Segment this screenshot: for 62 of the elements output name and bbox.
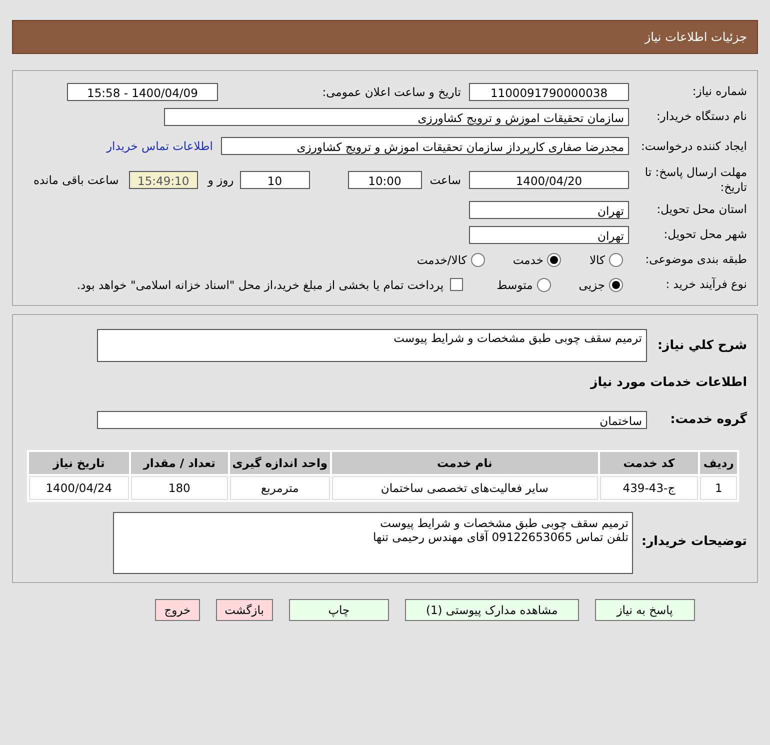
field-label: ایجاد کننده درخواست:: [640, 138, 747, 154]
table-cell: سایر فعالیت‌های تخصصی ساختمان: [332, 476, 598, 500]
days-label: روز و: [208, 173, 234, 187]
option-label: کالا: [589, 252, 605, 266]
column-header: تاریخ نیاز: [29, 452, 129, 474]
input-field[interactable]: 1400/04/09 - 15:58: [67, 82, 218, 100]
action-button[interactable]: پاسخ به نیاز: [594, 599, 695, 621]
column-header: ردیف: [700, 452, 737, 474]
column-header: واحد اندازه گیری: [230, 452, 330, 474]
field-label: نام دستگاه خریدار:: [655, 109, 747, 124]
field-label: شهر محل تحویل:: [662, 227, 747, 242]
input-field[interactable]: ساختمان: [97, 410, 647, 428]
field-label: گروه خدمت:: [669, 411, 747, 428]
notes-line: تلفن تماس 09122653065 آقای مهندس رحیمی تنها: [372, 530, 628, 544]
remaining-time: 15:49:10: [128, 171, 198, 189]
table-cell: 1: [700, 476, 737, 500]
option-label: خدمت: [512, 252, 544, 266]
field-label: شماره نیاز:: [691, 84, 747, 99]
field-label: نوع فرآیند خرید :: [664, 277, 747, 292]
table-cell: ج-43-439: [600, 476, 698, 500]
notes-field[interactable]: ترمیم سقف چوبی طبق مشخصات و شرایط پیوست تلفن تماس 09122653065 آقای مهندس رحیمی تنها: [113, 512, 634, 574]
section-heading: اطلاعات خدمات مورد نیاز: [589, 374, 747, 389]
input-field[interactable]: تهران: [469, 226, 629, 244]
notes-line: ترمیم سقف چوبی طبق مشخصات و شرایط پیوست: [379, 516, 628, 530]
field-label: تاریخ و ساعت اعلان عمومی:: [321, 84, 461, 98]
time-label: ساعت: [430, 173, 461, 187]
action-button[interactable]: چاپ: [288, 599, 389, 621]
radio-button[interactable]: [470, 252, 485, 266]
field-label: توضیحات خریدار:: [641, 532, 747, 550]
input-field[interactable]: 1100091790000038: [469, 82, 629, 100]
table-cell: مترمربع: [230, 476, 330, 500]
field-label: طبقه بندی موضوعی:: [644, 252, 747, 267]
input-field[interactable]: سازمان تحقیقات اموزش و ترویج کشاورزی: [164, 108, 629, 126]
field-label: مهلت ارسال پاسخ: تا تاریخ:: [644, 165, 747, 195]
option-label: جزیی: [578, 278, 605, 292]
radio-button[interactable]: [609, 278, 623, 292]
input-field[interactable]: 10:00: [348, 171, 422, 189]
option-label: کالا/خدمت: [416, 252, 467, 266]
remaining-label: ساعت باقی مانده: [34, 173, 119, 187]
checkbox[interactable]: [450, 278, 463, 291]
action-button[interactable]: بازگشت: [216, 599, 273, 621]
input-field[interactable]: مجدرضا صفاری کارپرداز سازمان تحقیقات اموزش و ترویج کشاورزی: [221, 137, 629, 155]
input-field[interactable]: 10: [240, 171, 310, 189]
radio-button[interactable]: [547, 252, 562, 266]
checkbox-label: پرداخت تمام یا بخشی از مبلغ خرید،از محل "اسناد خزانه اسلامی" خواهد بود.: [76, 278, 444, 292]
column-header: تعداد / مقدار: [130, 452, 228, 474]
column-header: کد خدمت: [600, 452, 698, 474]
action-button[interactable]: خروج: [155, 599, 200, 621]
column-header: نام خدمت: [332, 452, 598, 474]
input-field[interactable]: ترمیم سقف چوبی طبق مشخصات و شرایط پیوست: [97, 329, 647, 362]
field-label: استان محل تحویل:: [656, 202, 747, 217]
action-button[interactable]: مشاهده مدارک پیوستی (1): [404, 599, 579, 621]
radio-button[interactable]: [536, 278, 551, 292]
page-title: جزئیات اطلاعات نیاز: [644, 30, 747, 44]
input-field[interactable]: 1400/04/20: [469, 171, 629, 189]
input-field[interactable]: تهران: [469, 200, 629, 218]
field-label: شرح كلي نياز:: [656, 337, 747, 354]
option-label: متوسط: [496, 278, 533, 292]
table-cell: 1400/04/24: [29, 476, 129, 500]
table-cell: 180: [130, 476, 228, 500]
contact-link[interactable]: اطلاعات تماس خریدار: [106, 139, 213, 153]
radio-button[interactable]: [609, 252, 623, 266]
